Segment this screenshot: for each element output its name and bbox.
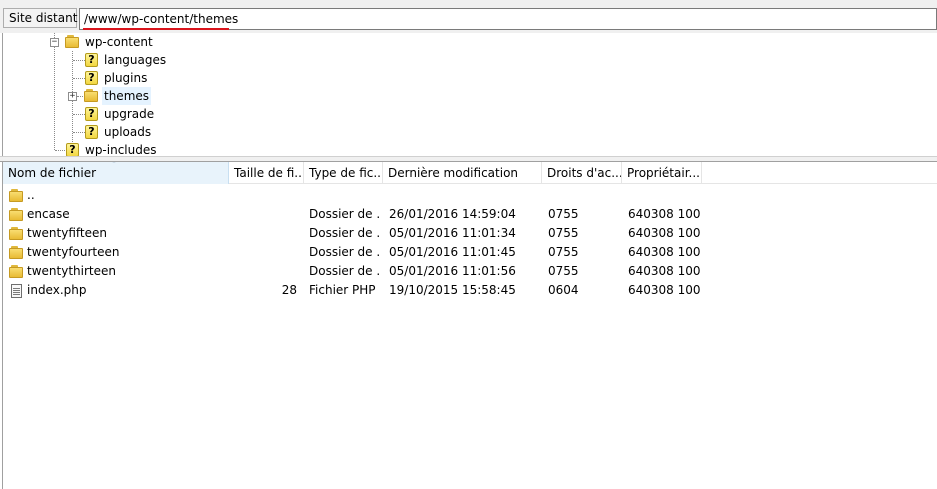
file-type: Dossier de ... <box>309 264 381 278</box>
folder-icon <box>9 208 23 221</box>
file-owner: 640308 100 <box>628 245 701 259</box>
column-header-modified[interactable]: Dernière modification <box>383 162 542 184</box>
expand-icon[interactable]: + <box>68 92 77 101</box>
file-modified: 05/01/2016 11:01:56 <box>389 264 516 278</box>
file-modified: 05/01/2016 11:01:34 <box>389 226 516 240</box>
unknown-folder-icon: ? <box>85 71 98 85</box>
folder-icon <box>65 35 79 48</box>
file-permissions: 0755 <box>548 264 579 278</box>
tree-node-label: uploads <box>104 125 152 139</box>
tree-node-uploads[interactable]: ? uploads <box>3 123 303 141</box>
file-owner: 640308 100 <box>628 226 701 240</box>
file-row[interactable]: twentythirteen Dossier de ... 05/01/2016… <box>3 262 937 281</box>
file-row[interactable]: twentyfifteen Dossier de ... 05/01/2016 … <box>3 224 937 243</box>
file-name: index.php <box>27 283 87 297</box>
tree-node-themes[interactable]: + themes <box>3 87 303 105</box>
file-size: 28 <box>281 283 297 297</box>
unknown-folder-icon: ? <box>85 125 98 139</box>
tree-node-label: upgrade <box>104 107 155 121</box>
file-type: Dossier de ... <box>309 226 381 240</box>
folder-icon <box>9 189 23 202</box>
tree-node-label: languages <box>104 53 167 67</box>
sort-ascending-icon: ˄ <box>112 162 116 169</box>
folder-icon <box>9 227 23 240</box>
file-owner: 640308 100 <box>628 283 701 297</box>
column-header-permissions[interactable]: Droits d'ac... <box>542 162 622 184</box>
file-permissions: 0755 <box>548 207 579 221</box>
unknown-folder-icon: ? <box>85 107 98 121</box>
file-modified: 05/01/2016 11:01:45 <box>389 245 516 259</box>
file-row[interactable]: twentyfourteen Dossier de ... 05/01/2016… <box>3 243 937 262</box>
tree-node-label: wp-content <box>85 35 153 49</box>
tree-node-plugins[interactable]: ? plugins <box>3 69 303 87</box>
file-name: twentyfourteen <box>27 245 120 259</box>
file-list-header: Nom de fichier ˄ Taille de fi... Type de… <box>3 162 937 184</box>
remote-site-label: Site distant : <box>3 8 85 28</box>
file-modified: 19/10/2015 15:58:45 <box>389 283 516 297</box>
remote-site-bar: Site distant : /www/wp-content/themes <box>0 0 937 33</box>
file-row-parent[interactable]: .. <box>3 186 937 205</box>
collapse-icon[interactable]: − <box>50 38 59 47</box>
column-header-size[interactable]: Taille de fi... <box>229 162 304 184</box>
tree-node-languages[interactable]: ? languages <box>3 51 303 69</box>
column-header-filename[interactable]: Nom de fichier ˄ <box>3 162 229 184</box>
file-modified: 26/01/2016 14:59:04 <box>389 207 516 221</box>
file-permissions: 0604 <box>548 283 579 297</box>
folder-icon <box>9 246 23 259</box>
file-type: Dossier de ... <box>309 207 381 221</box>
remote-path-input[interactable]: /www/wp-content/themes <box>79 8 937 30</box>
tree-node-wp-content[interactable]: − wp-content <box>3 33 303 51</box>
file-permissions: 0755 <box>548 245 579 259</box>
tree-node-label: plugins <box>104 71 148 85</box>
unknown-folder-icon: ? <box>66 143 79 156</box>
php-file-icon <box>11 284 22 298</box>
tree-node-label: themes <box>102 87 152 105</box>
tree-node-upgrade[interactable]: ? upgrade <box>3 105 303 123</box>
tree-node-wp-includes[interactable]: ? wp-includes <box>3 141 303 156</box>
remote-directory-tree[interactable]: − wp-content ? languages ? plugins + the… <box>2 33 937 156</box>
file-permissions: 0755 <box>548 226 579 240</box>
file-type: Dossier de ... <box>309 245 381 259</box>
file-owner: 640308 100 <box>628 264 701 278</box>
folder-icon <box>84 89 98 102</box>
file-row[interactable]: index.php 28 Fichier PHP 19/10/2015 15:5… <box>3 281 937 300</box>
file-name: twentyfifteen <box>27 226 107 240</box>
path-underline-annotation <box>83 28 229 30</box>
remote-file-list[interactable]: Nom de fichier ˄ Taille de fi... Type de… <box>2 162 937 489</box>
tree-node-label: wp-includes <box>85 143 157 156</box>
column-header-owner[interactable]: Propriétair... <box>622 162 702 184</box>
file-row[interactable]: encase Dossier de ... 26/01/2016 14:59:0… <box>3 205 937 224</box>
file-name: encase <box>27 207 70 221</box>
file-name: .. <box>27 188 35 202</box>
file-type: Fichier PHP <box>309 283 376 297</box>
column-header-type[interactable]: Type de fic... <box>304 162 383 184</box>
folder-icon <box>9 265 23 278</box>
file-name: twentythirteen <box>27 264 116 278</box>
column-header-label: Nom de fichier <box>8 166 97 180</box>
unknown-folder-icon: ? <box>85 53 98 67</box>
file-owner: 640308 100 <box>628 207 701 221</box>
